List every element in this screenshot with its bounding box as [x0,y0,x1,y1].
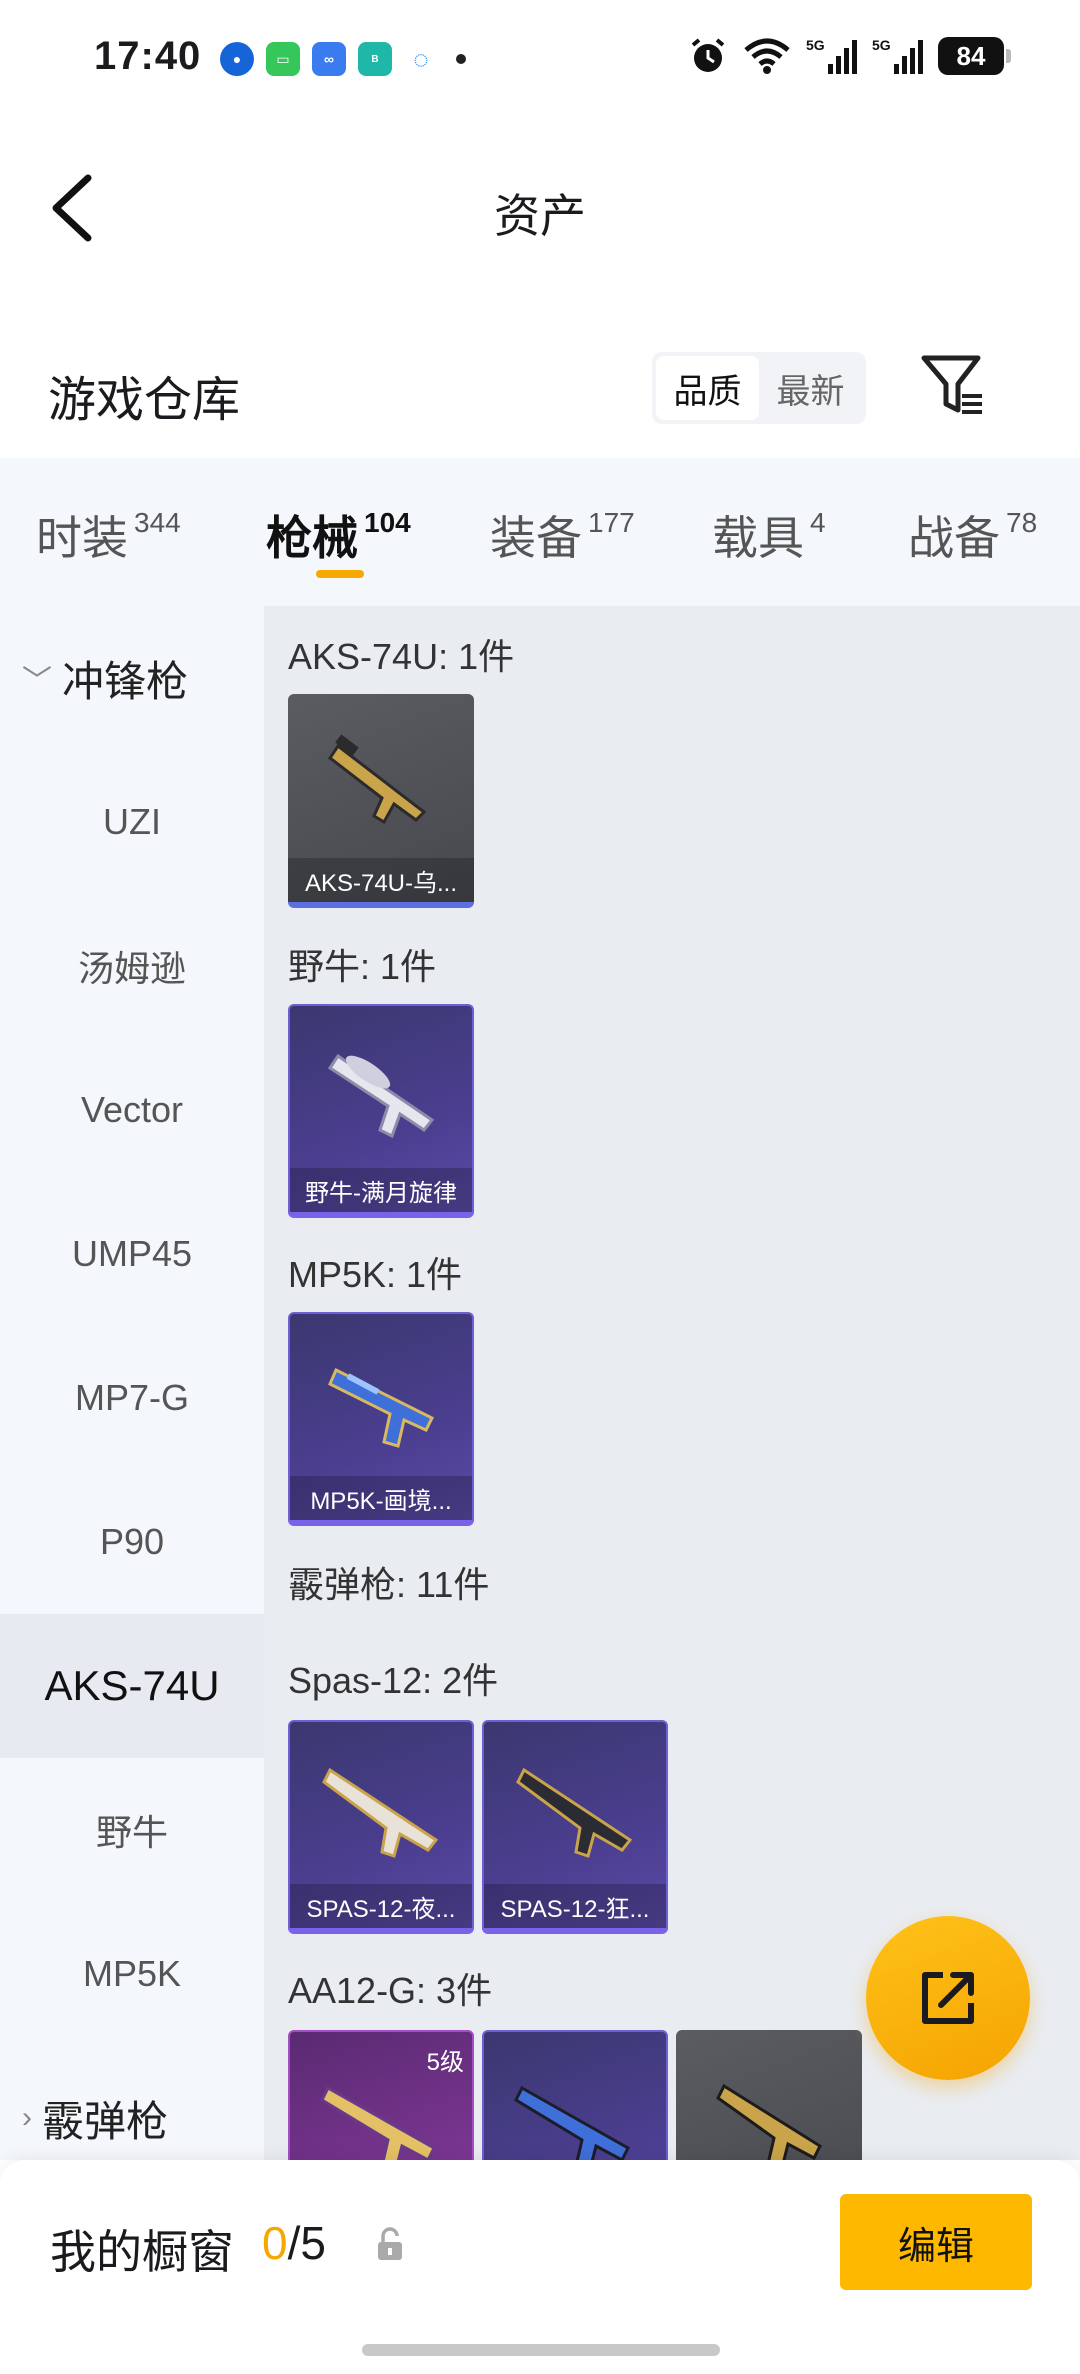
tab-vehicles[interactable]: 载具 4 [712,502,826,568]
page-title: 资产 [494,190,586,242]
tab-fashion[interactable]: 时装 344 [36,502,181,568]
weapon-type-sidebar: ﹀ 冲锋枪 UZI 汤姆逊 Vector UMP45 MP7-G P90 AKS… [0,606,264,2160]
tab-label: 装备 [490,512,582,564]
shotgun-icon [716,2083,822,2160]
sidebar-item-vector[interactable]: Vector [0,1038,264,1182]
sidebar-item-thompson[interactable]: 汤姆逊 [0,894,264,1038]
weapon-card-name: SPAS-12-夜... [290,1884,472,1928]
weapon-card-name: SPAS-12-狂... [484,1884,666,1928]
tab-count: 177 [588,507,635,538]
filter-icon[interactable] [918,350,988,420]
sort-latest-option[interactable]: 最新 [759,356,862,420]
sidebar-group-label: 霰弹枪 [42,2097,169,2145]
section-header: MP5K: 1件 [288,1254,463,1295]
shotgun-icon [514,2085,630,2160]
chat-icon: ◌ [413,43,429,74]
tab-label: 战备 [908,512,1000,564]
battery-indicator: 84 [938,37,1011,75]
section-header: AA12-G: 3件 [288,1970,493,2011]
weapon-card-name: MP5K-画境... [290,1476,472,1520]
tab-count: 344 [134,507,181,538]
weapon-card[interactable] [676,2030,862,2160]
cloud-icon: ∞ [312,42,346,76]
showcase-total: /5 [287,2217,326,2269]
home-indicator[interactable] [362,2344,720,2356]
sidebar-group-smg[interactable]: ﹀ 冲锋枪 [0,606,264,750]
weapon-card[interactable] [482,2030,668,2160]
weapon-card[interactable]: 野牛-满月旋律 [288,1004,474,1218]
sidebar-group-label: 冲锋枪 [62,657,189,705]
section-header: Spas-12: 2件 [288,1660,499,1701]
section-header: AKS-74U: 1件 [288,636,515,677]
shotgun-icon [320,2085,436,2160]
chevron-right-icon: › [22,2101,32,2134]
tab-label: 时装 [36,512,128,564]
system-icons: 5G 5G 84 [688,36,1011,76]
sidebar-group-shotgun[interactable]: › 霰弹枪 [0,2046,264,2160]
lock-icon [378,2227,402,2260]
status-bar: 17:40 ● ▭ ∞ B ◌ 5G 5G 84 [0,0,1080,120]
sidebar-item-aks74u[interactable]: AKS-74U [0,1614,264,1758]
sidebar-item-bizon[interactable]: 野牛 [0,1758,264,1902]
category-tabs: 时装 344 枪械 104 装备 177 载具 4 战备 78 [0,458,1080,606]
svg-text:5G: 5G [806,37,825,53]
warehouse-title: 游戏仓库 [48,374,241,427]
svg-text:5G: 5G [872,37,891,53]
tab-equipment[interactable]: 装备 177 [490,502,635,568]
smg-icon [327,1053,435,1139]
status-time: 17:40 [94,34,202,78]
weapon-card-name: 野牛-满月旋律 [290,1168,472,1212]
wifi-icon [744,38,790,74]
sidebar-item-uzi[interactable]: UZI [0,750,264,894]
browser-icon: ● [220,42,254,76]
rifle-icon [327,734,427,825]
sidebar-item-mp5k[interactable]: MP5K [0,1902,264,2046]
share-button[interactable] [866,1916,1030,2080]
showcase-count: 0/5 [262,2216,326,2270]
section-header: 野牛: 1件 [288,946,437,987]
tab-count: 4 [810,507,826,538]
showcase-label: 我的橱窗 [50,2226,234,2278]
weapon-card[interactable]: SPAS-12-夜... [288,1720,474,1934]
weapon-card[interactable]: SPAS-12-狂... [482,1720,668,1934]
smg-icon [328,1367,435,1448]
tab-label: 枪械 [266,512,358,564]
weapon-card-name: AKS-74U-乌... [288,858,474,902]
tab-label: 载具 [712,512,804,564]
messages-icon: ▭ [266,42,300,76]
sidebar-item-ump45[interactable]: UMP45 [0,1182,264,1326]
showcase-current: 0 [262,2217,288,2269]
signal-5g-2-icon: 5G [872,37,923,74]
weapon-card[interactable]: MP5K-画境... [288,1312,474,1526]
section-header: 霰弹枪: 11件 [288,1564,490,1605]
tab-count: 78 [1006,507,1038,538]
notification-icons: ● ▭ ∞ B ◌ [220,42,466,76]
active-tab-indicator [316,570,364,578]
alarm-icon [691,38,725,72]
boss-app-icon: B [358,42,392,76]
chevron-down-icon: ﹀ [22,665,52,698]
share-icon [922,1972,974,2024]
sort-toggle: 品质 最新 [652,352,866,424]
sidebar-item-p90[interactable]: P90 [0,1470,264,1614]
more-dot-icon [456,54,466,64]
sort-quality-option[interactable]: 品质 [656,356,759,420]
signal-5g-icon: 5G [806,37,857,74]
weapon-card[interactable]: 5级 [288,2030,474,2160]
sidebar-item-mp7g[interactable]: MP7-G [0,1326,264,1470]
tab-count: 104 [364,507,411,538]
weapon-card[interactable]: AKS-74U-乌... [288,694,474,908]
shotgun-icon [516,1767,633,1858]
edit-button[interactable]: 编辑 [840,2194,1032,2290]
showcase-bar: 我的橱窗 0/5 编辑 [0,2160,1080,2374]
shotgun-icon [322,1767,439,1858]
tab-supplies[interactable]: 战备 78 [908,502,1037,568]
top-nav: 资产 [0,120,1080,290]
tab-guns[interactable]: 枪械 104 [266,502,411,568]
